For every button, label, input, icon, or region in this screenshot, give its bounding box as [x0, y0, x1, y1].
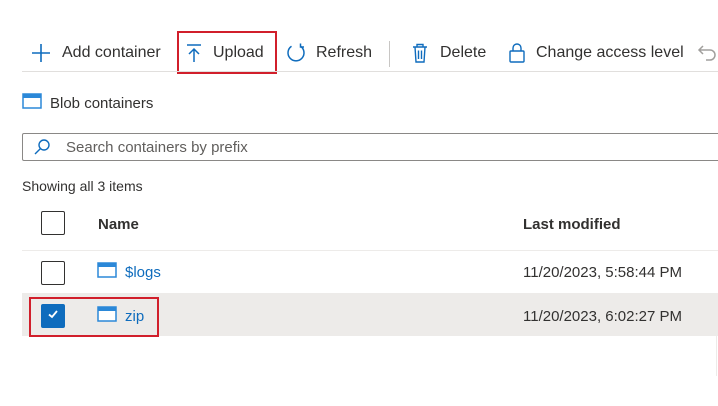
container-link[interactable]: $logs [97, 262, 161, 282]
add-container-button[interactable]: Add container [30, 36, 161, 70]
toolbar-separator [389, 41, 390, 67]
trash-icon [410, 42, 430, 64]
refresh-button[interactable]: Refresh [285, 36, 372, 70]
lock-icon [507, 42, 527, 64]
column-header-last-modified[interactable]: Last modified [523, 216, 621, 233]
undo-button[interactable] [697, 36, 718, 70]
toolbar-divider [22, 71, 718, 72]
change-access-level-label: Change access level [536, 44, 684, 61]
row-checkbox[interactable] [41, 261, 65, 285]
upload-highlight-box [177, 31, 277, 74]
container-icon [97, 262, 117, 282]
container-name: $logs [125, 263, 161, 281]
item-count: Showing all 3 items [22, 178, 143, 194]
last-modified-value: 11/20/2023, 5:58:44 PM [523, 264, 683, 281]
section-header: Blob containers [22, 92, 153, 114]
table-edge [716, 336, 717, 376]
search-icon [33, 138, 51, 156]
selected-row-highlight-box [29, 297, 159, 337]
last-modified-value: 11/20/2023, 6:02:27 PM [523, 308, 683, 325]
delete-label: Delete [440, 44, 487, 61]
add-container-label: Add container [62, 44, 161, 61]
change-access-level-button[interactable]: Change access level [507, 36, 684, 70]
refresh-label: Refresh [316, 44, 373, 61]
container-icon [22, 93, 42, 113]
refresh-icon [285, 42, 307, 64]
search-input[interactable] [66, 138, 686, 156]
undo-icon [697, 42, 718, 64]
search-box[interactable] [22, 133, 718, 161]
page-title: Blob containers [50, 94, 154, 112]
column-header-name[interactable]: Name [98, 216, 139, 233]
select-all-checkbox[interactable] [41, 211, 65, 235]
plus-icon [30, 42, 52, 64]
delete-button[interactable]: Delete [410, 36, 486, 70]
table-row[interactable]: $logs 11/20/2023, 5:58:44 PM [22, 251, 718, 293]
